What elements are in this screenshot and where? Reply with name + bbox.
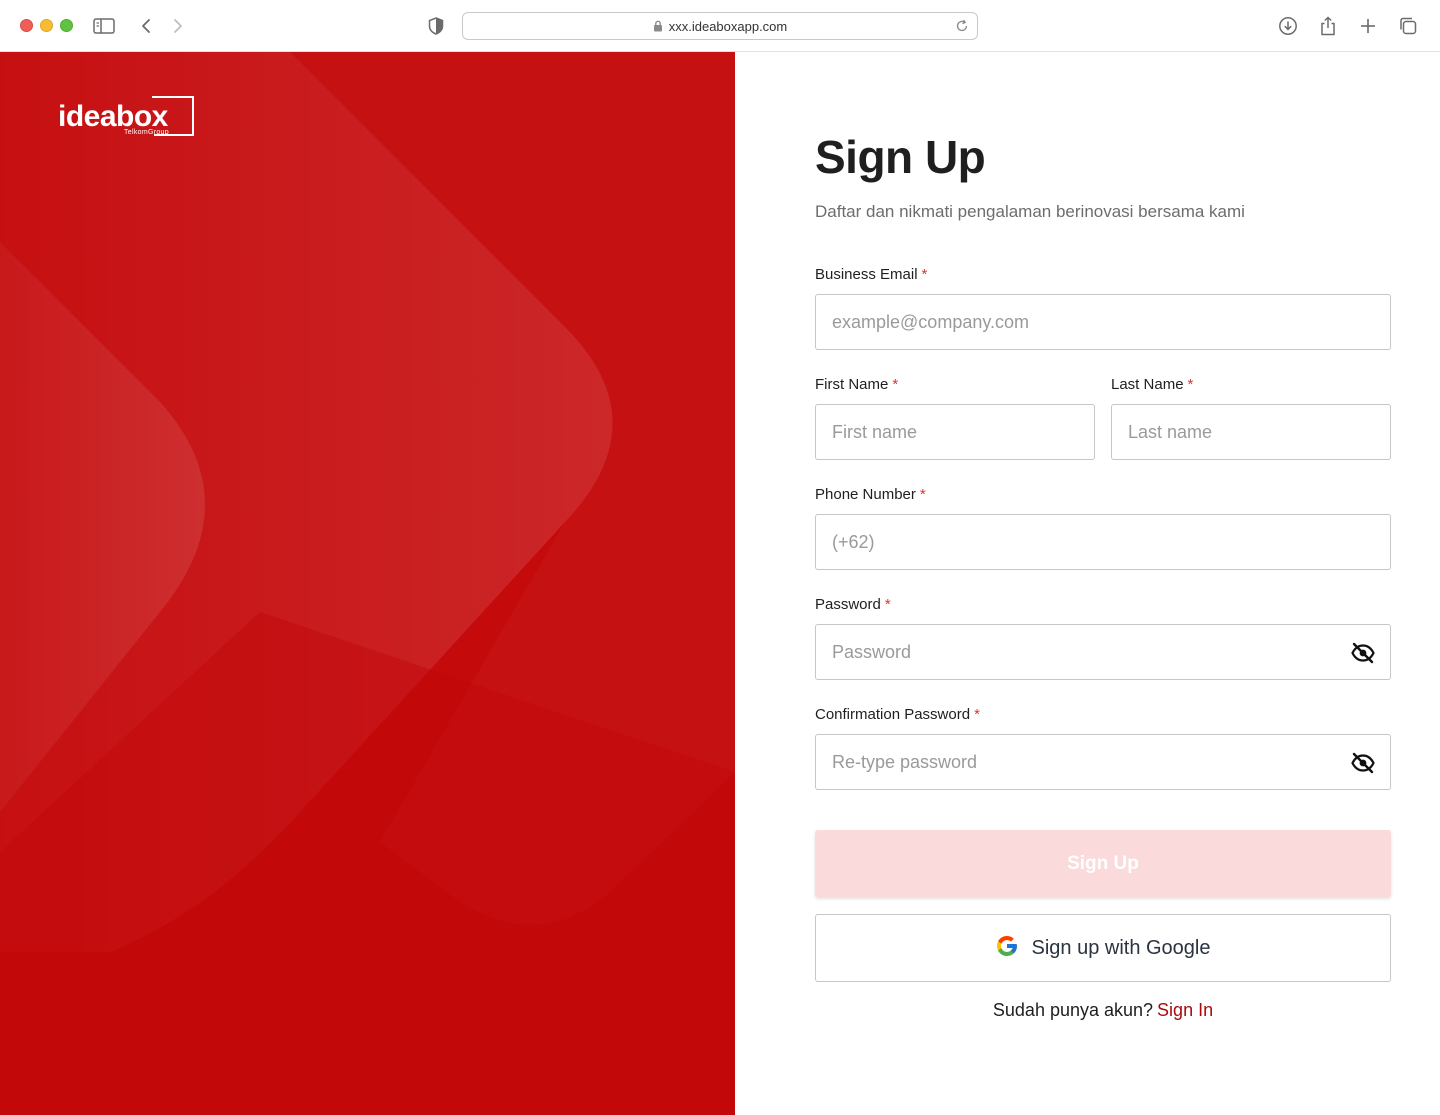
tab-overview-icon[interactable] <box>1396 14 1420 38</box>
password-label-text: Password <box>815 596 881 613</box>
confirm-password-label-text: Confirmation Password <box>815 706 971 723</box>
hero-panel: ideabox TelkomGroup <box>0 52 735 1115</box>
last-name-input[interactable] <box>1112 405 1390 459</box>
required-marker: * <box>1187 376 1194 393</box>
phone-field-wrapper <box>815 514 1391 570</box>
url-text: xxx.ideaboxapp.com <box>668 18 788 34</box>
forward-icon[interactable] <box>166 14 190 38</box>
required-marker: * <box>884 596 891 613</box>
google-sign-up-button[interactable]: Sign up with Google <box>815 914 1391 982</box>
eye-off-icon[interactable] <box>1350 640 1376 666</box>
page-title: Sign Up <box>815 131 986 183</box>
first-name-field-wrapper <box>815 404 1095 460</box>
browser-toolbar: xxx.ideaboxapp.com <box>0 0 1440 52</box>
sign-in-link[interactable]: Sign In <box>1157 1000 1213 1020</box>
email-input[interactable] <box>816 295 1390 349</box>
google-button-label: Sign up with Google <box>1031 936 1211 959</box>
password-input[interactable] <box>816 625 1390 679</box>
confirm-password-input[interactable] <box>816 735 1390 789</box>
first-name-label: First Name * <box>815 376 898 393</box>
email-label-text: Business Email <box>815 266 918 283</box>
sign-in-prompt-text: Sudah punya akun? <box>992 1000 1154 1020</box>
phone-label: Phone Number * <box>815 486 926 503</box>
hero-chevron-graphic <box>0 52 735 1115</box>
sign-up-button[interactable]: Sign Up <box>815 830 1391 897</box>
close-window-button[interactable] <box>20 19 33 32</box>
share-icon[interactable] <box>1316 14 1340 38</box>
last-name-field-wrapper <box>1111 404 1391 460</box>
first-name-label-text: First Name <box>815 376 889 393</box>
phone-input[interactable] <box>816 515 1390 569</box>
privacy-shield-icon[interactable] <box>424 14 448 38</box>
required-marker: * <box>974 706 980 723</box>
phone-label-text: Phone Number <box>815 486 916 503</box>
last-name-label: Last Name * <box>1111 376 1193 393</box>
required-marker: * <box>921 266 928 283</box>
address-bar[interactable]: xxx.ideaboxapp.com <box>462 12 978 40</box>
required-marker: * <box>919 486 926 503</box>
email-field-wrapper <box>815 294 1391 350</box>
password-label: Password * <box>815 596 891 613</box>
ideabox-logo: ideabox TelkomGroup <box>58 96 198 142</box>
maximize-window-button[interactable] <box>60 19 73 32</box>
signup-form-panel: Sign Up Daftar dan nikmati pengalaman be… <box>735 52 1440 1115</box>
password-field-wrapper <box>815 624 1391 680</box>
lock-icon <box>653 20 663 32</box>
back-icon[interactable] <box>134 14 158 38</box>
last-name-label-text: Last Name <box>1111 376 1184 393</box>
page-subtitle: Daftar dan nikmati pengalaman berinovasi… <box>815 202 1245 221</box>
sign-in-prompt: Sudah punya akun? Sign In <box>815 1000 1391 1021</box>
logo-subtitle: TelkomGroup <box>124 129 169 136</box>
google-icon <box>995 934 1019 963</box>
confirm-password-label: Confirmation Password * <box>815 706 980 723</box>
email-label: Business Email * <box>815 266 927 283</box>
new-tab-icon[interactable] <box>1356 14 1380 38</box>
required-marker: * <box>892 376 899 393</box>
minimize-window-button[interactable] <box>40 19 53 32</box>
confirm-password-field-wrapper <box>815 734 1391 790</box>
sidebar-toggle-icon[interactable] <box>92 14 116 38</box>
reload-icon[interactable] <box>955 19 969 38</box>
downloads-icon[interactable] <box>1276 14 1300 38</box>
first-name-input[interactable] <box>816 405 1094 459</box>
eye-off-icon[interactable] <box>1350 750 1376 776</box>
